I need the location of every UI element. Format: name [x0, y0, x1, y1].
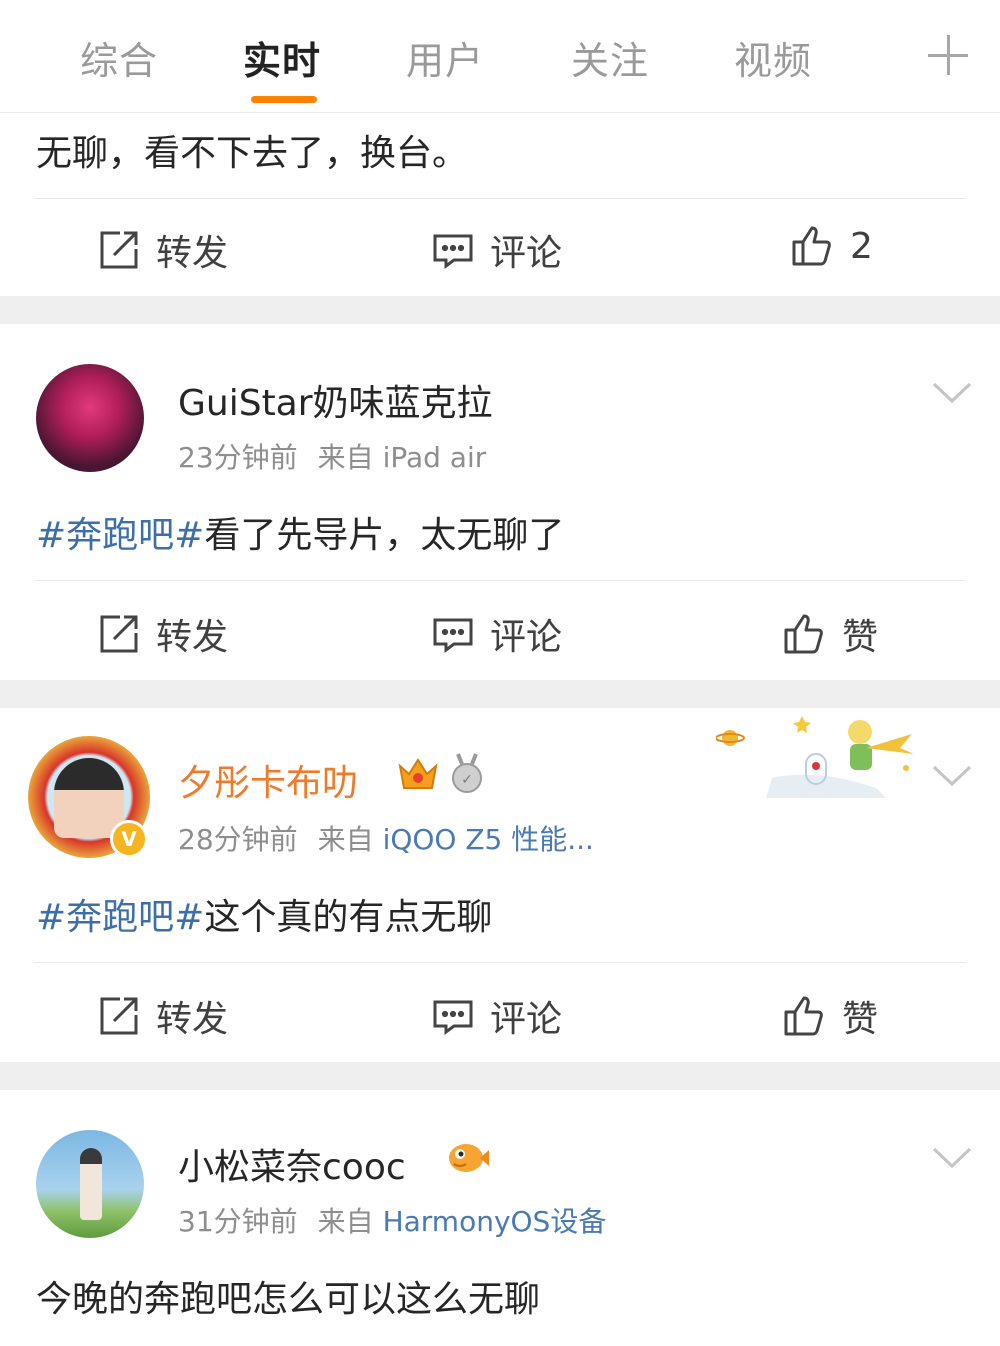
post-text: #奔跑吧#这个真的有点无聊 — [36, 897, 493, 938]
comment-icon — [433, 234, 473, 269]
chevron-down-icon[interactable] — [932, 764, 972, 788]
active-tab-indicator — [251, 96, 317, 103]
repost-icon — [100, 997, 138, 1035]
tab-bar: 综合 实时 用户 关注 视频 — [0, 0, 1000, 113]
like-button[interactable]: 2 — [790, 224, 873, 268]
tab-users[interactable]: 用户 — [406, 30, 484, 85]
post-source-link[interactable]: iQOO Z5 性能... — [383, 823, 594, 856]
post-time: 28分钟前 — [178, 823, 298, 856]
post-separator — [0, 680, 1000, 708]
post-source: iPad air — [382, 441, 487, 474]
pufferfish-icon — [449, 1144, 489, 1172]
post-meta: 23分钟前 来自 iPad air — [178, 436, 486, 476]
comment-icon — [433, 1000, 473, 1035]
like-button[interactable]: 赞 — [782, 990, 878, 1042]
thumbs-up-icon — [784, 614, 823, 654]
post-meta: 28分钟前 来自 iQOO Z5 性能... — [178, 818, 594, 858]
comment-button[interactable]: 评论 — [432, 608, 562, 660]
topic-link[interactable]: #奔跑吧# — [36, 515, 204, 556]
verified-icon: V — [110, 820, 148, 858]
chevron-down-icon[interactable] — [932, 381, 972, 405]
username[interactable]: GuiStar奶味蓝克拉 — [178, 374, 493, 426]
thumbs-up-icon — [784, 996, 823, 1036]
post-separator — [0, 1062, 1000, 1090]
little-prince-decoration — [716, 716, 914, 798]
post-time: 23分钟前 — [178, 441, 298, 474]
source-prefix: 来自 — [317, 441, 374, 474]
topic-link[interactable]: #奔跑吧# — [36, 897, 204, 938]
repost-label: 转发 — [156, 617, 229, 658]
svg-text:✓: ✓ — [461, 772, 473, 788]
post-source-link[interactable]: HarmonyOS设备 — [383, 1205, 607, 1238]
divider — [34, 580, 966, 581]
like-label: 赞 — [842, 999, 879, 1040]
thumbs-up-icon — [792, 226, 831, 266]
avatar[interactable] — [36, 364, 144, 472]
tab-video[interactable]: 视频 — [734, 30, 812, 85]
source-prefix: 来自 — [317, 1205, 374, 1238]
source-prefix: 来自 — [317, 823, 374, 856]
repost-icon — [100, 231, 138, 269]
tab-following[interactable]: 关注 — [571, 30, 649, 85]
avatar[interactable] — [36, 1130, 144, 1238]
comment-icon — [433, 618, 473, 653]
add-tab-icon[interactable] — [928, 35, 968, 75]
post-time: 31分钟前 — [178, 1205, 298, 1238]
repost-button[interactable]: 转发 — [98, 990, 228, 1042]
post-separator — [0, 296, 1000, 324]
like-label: 赞 — [842, 617, 879, 658]
chevron-down-icon[interactable] — [932, 1146, 972, 1170]
repost-button[interactable]: 转发 — [98, 224, 228, 276]
divider — [34, 962, 966, 963]
comment-label: 评论 — [490, 617, 563, 658]
tab-comprehensive[interactable]: 综合 — [80, 30, 158, 85]
repost-icon — [100, 615, 138, 653]
crown-icon — [398, 758, 438, 789]
repost-button[interactable]: 转发 — [98, 608, 228, 660]
comment-button[interactable]: 评论 — [432, 990, 562, 1042]
tab-realtime[interactable]: 实时 — [243, 30, 321, 85]
medal-icon: ✓ — [452, 753, 482, 793]
repost-label: 转发 — [156, 233, 229, 274]
username[interactable]: 小松菜奈cooc — [178, 1138, 406, 1190]
post-text: 今晚的奔跑吧怎么可以这么无聊 — [36, 1279, 541, 1320]
repost-label: 转发 — [156, 999, 229, 1040]
username[interactable]: 夕彤卡布叻 — [178, 754, 358, 806]
comment-button[interactable]: 评论 — [432, 224, 562, 276]
post-text: 无聊，看不下去了，换台。 — [36, 133, 469, 174]
post-meta: 31分钟前 来自 HarmonyOS设备 — [178, 1200, 606, 1240]
divider — [34, 198, 966, 199]
comment-label: 评论 — [490, 233, 563, 274]
like-count: 2 — [850, 225, 873, 267]
avatar-figure — [80, 1148, 102, 1220]
comment-label: 评论 — [490, 999, 563, 1040]
post-text: #奔跑吧#看了先导片，太无聊了 — [36, 515, 565, 556]
like-button[interactable]: 赞 — [782, 608, 878, 660]
